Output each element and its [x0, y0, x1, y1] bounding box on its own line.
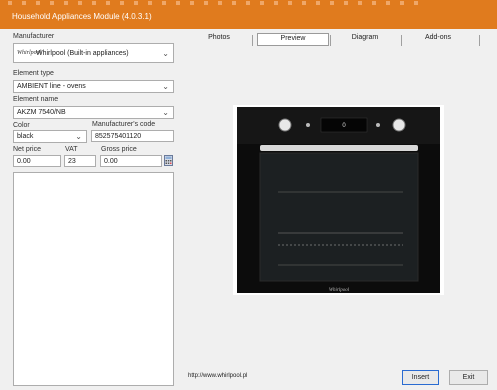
net-price-field[interactable]: 0.00: [13, 155, 61, 167]
chevron-down-icon: ⌄: [75, 132, 82, 141]
tab-photos[interactable]: Photos: [196, 34, 242, 41]
chevron-down-icon: ⌄: [162, 49, 169, 58]
tab-add-ons[interactable]: Add-ons: [415, 34, 461, 41]
manufacturer-code-value: 852575401120: [95, 133, 142, 140]
preview-panel: Photos Preview Diagram Add-ons 0 Whirlpo…: [182, 32, 497, 390]
vat-value: 23: [68, 158, 76, 165]
insert-button[interactable]: Insert: [402, 370, 439, 385]
color-label: Color: [13, 122, 30, 129]
element-type-label: Element type: [13, 70, 54, 77]
title-bar-pattern: [8, 1, 428, 5]
gross-price-value: 0.00: [104, 158, 118, 165]
manufacturer-url[interactable]: http://www.whirlpool.pl: [188, 373, 247, 379]
title-bar: Household Appliances Module (4.0.3.1): [0, 0, 497, 29]
manufacturer-label: Manufacturer: [13, 33, 55, 40]
tab-preview[interactable]: Preview: [257, 33, 329, 46]
manufacturer-combo[interactable]: Whirlpool Whirlpool (Built-in appliances…: [13, 43, 174, 63]
element-name-value: AKZM 7540/NB: [17, 109, 66, 116]
window-title: Household Appliances Module (4.0.3.1): [12, 12, 152, 21]
tab-separator: [252, 35, 253, 46]
element-type-value: AMBIENT line - ovens: [17, 83, 86, 90]
gross-price-label: Gross price: [101, 146, 137, 153]
chevron-down-icon: ⌄: [162, 108, 169, 117]
manufacturer-value: Whirlpool (Built-in appliances): [36, 50, 129, 57]
tab-separator: [330, 35, 331, 46]
element-type-combo[interactable]: AMBIENT line - ovens ⌄: [13, 80, 174, 93]
preview-area: 0 Whirlpool: [182, 48, 497, 388]
manufacturer-code-label: Manufacturer's code: [92, 121, 156, 128]
manufacturer-code-field[interactable]: 852575401120: [91, 130, 174, 142]
element-name-label: Element name: [13, 96, 59, 103]
oven-brand-logo: Whirlpool: [329, 288, 350, 293]
element-name-combo[interactable]: AKZM 7540/NB ⌄: [13, 106, 174, 119]
tab-separator: [479, 35, 480, 46]
exit-button[interactable]: Exit: [449, 370, 488, 385]
tab-separator: [401, 35, 402, 46]
properties-panel: Manufacturer Whirlpool Whirlpool (Built-…: [12, 32, 177, 386]
gross-price-field[interactable]: 0.00: [100, 155, 162, 167]
chevron-down-icon: ⌄: [162, 82, 169, 91]
vat-label: VAT: [65, 146, 78, 153]
net-price-label: Net price: [13, 146, 42, 153]
color-value: black: [17, 133, 34, 140]
description-textarea[interactable]: [13, 172, 174, 386]
vat-field[interactable]: 23: [64, 155, 96, 167]
net-price-value: 0.00: [17, 158, 31, 165]
calculator-icon[interactable]: [164, 155, 173, 166]
tab-diagram[interactable]: Diagram: [342, 34, 388, 41]
tab-strip: Photos Preview Diagram Add-ons: [182, 32, 497, 46]
color-combo[interactable]: black ⌄: [13, 130, 87, 143]
oven-image: 0 Whirlpool: [233, 105, 444, 295]
